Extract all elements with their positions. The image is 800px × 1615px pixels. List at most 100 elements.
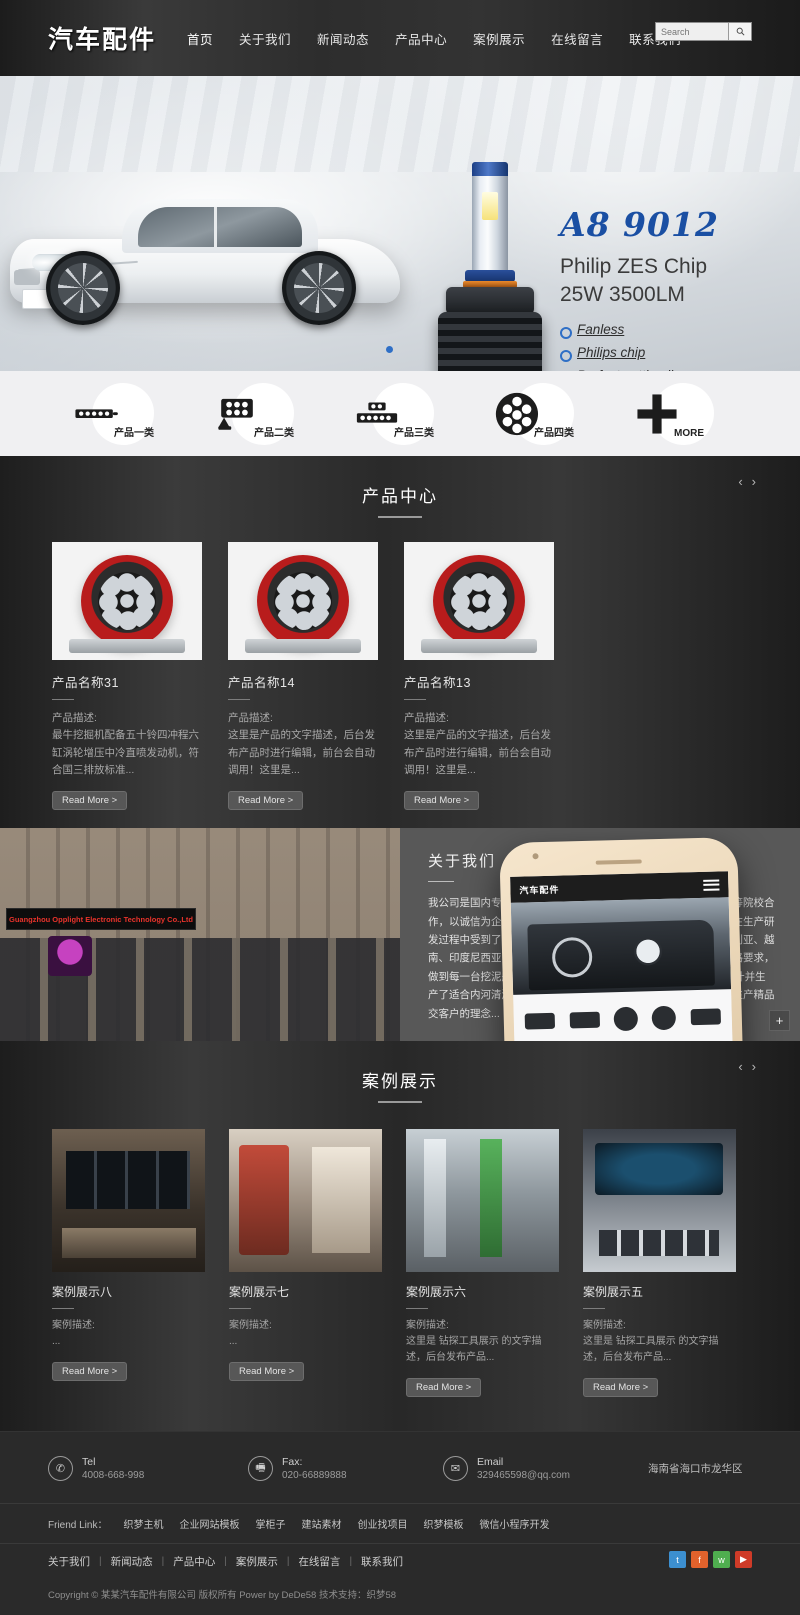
nav-separator: | xyxy=(99,1556,102,1568)
footer-nav-news[interactable]: 新闻动态 xyxy=(111,1554,153,1569)
main-nav: 首页 关于我们 新闻动态 产品中心 案例展示 在线留言 联系我们 xyxy=(174,23,694,54)
friend-link[interactable]: 掌柜子 xyxy=(255,1516,285,1531)
search-input[interactable] xyxy=(656,23,728,40)
friend-links-title: Friend Link： xyxy=(48,1520,108,1532)
case-card[interactable]: 案例展示八 案例描述: ... Read More > xyxy=(52,1129,205,1397)
case-read-more-button[interactable]: Read More > xyxy=(583,1378,659,1398)
case-thumbnail[interactable] xyxy=(52,1129,205,1273)
footer-contact-bar: ✆ Tel 4008-668-998 🖷 Fax: 020-66889888 ✉… xyxy=(0,1431,800,1504)
friend-link[interactable]: 建站素材 xyxy=(301,1516,341,1531)
product-read-more-button[interactable]: Read More > xyxy=(52,791,128,811)
product-thumbnail[interactable] xyxy=(404,542,554,660)
case-card[interactable]: 案例展示六 案例描述: 这里是 钻探工具展示 的文字描述，后台发布产品... R… xyxy=(406,1129,559,1398)
friend-link[interactable]: 织梦模板 xyxy=(423,1516,463,1531)
banner-subtitle-1: Philip ZES Chip xyxy=(560,255,708,278)
product-card[interactable]: 产品名称13 产品描述: 这里是产品的文字描述，后台发布产品时进行编辑，前台会自… xyxy=(404,542,554,811)
product-thumbnail[interactable] xyxy=(52,542,202,660)
hamburger-icon[interactable] xyxy=(703,877,720,893)
category-item-2[interactable]: 产品二类 xyxy=(214,381,306,447)
case-thumbnail[interactable] xyxy=(406,1129,559,1273)
youtube-icon[interactable]: ▶ xyxy=(735,1551,752,1569)
case-name[interactable]: 案例展示七 xyxy=(229,1283,382,1300)
friend-link[interactable]: 创业找项目 xyxy=(357,1516,407,1531)
cases-prev-arrow[interactable]: ‹ xyxy=(738,1059,742,1074)
category-label: 产品三类 xyxy=(394,427,434,439)
friend-link[interactable]: 织梦主机 xyxy=(123,1516,163,1531)
category-label: MORE xyxy=(674,427,704,439)
phone-speaker xyxy=(595,859,642,865)
product-read-more-button[interactable]: Read More > xyxy=(228,791,304,811)
banner-feature-item[interactable]: Perfect cutting line xyxy=(560,368,719,371)
product-read-more-button[interactable]: Read More > xyxy=(404,791,480,811)
contact-fax-value[interactable]: 020-66889888 xyxy=(282,1470,347,1481)
product-desc: 这里是产品的文字描述，后台发布产品时进行编辑，前台会自动调用！这里是... xyxy=(404,729,551,776)
site-logo[interactable]: 汽车配件 xyxy=(48,20,156,56)
contact-tel: ✆ Tel 4008-668-998 xyxy=(48,1456,248,1482)
nav-item-about[interactable]: 关于我们 xyxy=(226,23,304,54)
product-card[interactable]: 产品名称31 产品描述: 最牛挖掘机配备五十铃四冲程六缸涡轮增压中冷直喷发动机，… xyxy=(52,542,202,811)
case-read-more-button[interactable]: Read More > xyxy=(406,1378,482,1398)
cases-next-arrow[interactable]: › xyxy=(752,1059,756,1074)
case-card[interactable]: 案例展示五 案例描述: 这里是 钻探工具展示 的文字描述，后台发布产品... R… xyxy=(583,1129,736,1398)
case-desc: 这里是 钻探工具展示 的文字描述，后台发布产品... xyxy=(406,1336,542,1364)
nav-item-news[interactable]: 新闻动态 xyxy=(304,23,382,54)
cases-section-title: 案例展示 xyxy=(362,1072,438,1092)
products-prev-arrow[interactable]: ‹ xyxy=(738,474,742,489)
case-name[interactable]: 案例展示八 xyxy=(52,1283,205,1300)
footer-nav-contact[interactable]: 联系我们 xyxy=(361,1554,403,1569)
phone-logo: 汽车配件 xyxy=(519,884,560,896)
card-rule xyxy=(583,1308,605,1310)
product-name[interactable]: 产品名称13 xyxy=(404,672,554,691)
banner-feature-item[interactable]: Philips chip xyxy=(560,345,719,363)
products-next-arrow[interactable]: › xyxy=(752,474,756,489)
facebook-icon[interactable]: f xyxy=(691,1551,708,1569)
product-thumbnail[interactable] xyxy=(228,542,378,660)
contact-tel-value[interactable]: 4008-668-998 xyxy=(82,1470,144,1481)
banner-feature-item[interactable]: Fanless xyxy=(560,322,719,340)
about-section: Guangzhou Opplight Electronic Technology… xyxy=(0,828,800,1042)
friend-link[interactable]: 微信小程序开发 xyxy=(479,1516,549,1531)
case-card[interactable]: 案例展示七 案例描述: ... Read More > xyxy=(229,1129,382,1397)
category-item-4[interactable]: 产品四类 xyxy=(494,381,586,447)
nav-item-products[interactable]: 产品中心 xyxy=(382,23,460,54)
about-expand-button[interactable]: + xyxy=(769,1010,790,1032)
banner-subtitle-2: 25W 3500LM xyxy=(560,282,685,306)
product-card[interactable]: 产品名称14 产品描述: 这里是产品的文字描述，后台发布产品时进行编辑，前台会自… xyxy=(228,542,378,811)
footer-nav-cases[interactable]: 案例展示 xyxy=(236,1554,278,1569)
nav-item-home[interactable]: 首页 xyxy=(174,23,226,54)
footer-nav-products[interactable]: 产品中心 xyxy=(173,1554,215,1569)
contact-tel-label: Tel xyxy=(82,1456,96,1469)
nav-separator: | xyxy=(349,1556,353,1568)
product-desc-label: 产品描述: xyxy=(228,712,273,724)
case-read-more-button[interactable]: Read More > xyxy=(229,1362,305,1382)
footer-nav-about[interactable]: 关于我们 xyxy=(48,1554,90,1569)
case-name[interactable]: 案例展示六 xyxy=(406,1283,559,1300)
case-read-more-button[interactable]: Read More > xyxy=(52,1362,128,1382)
category-item-3[interactable]: 产品三类 xyxy=(354,381,446,447)
banner-pagination-dots[interactable] xyxy=(386,346,393,353)
search-button[interactable] xyxy=(728,23,751,40)
category-item-1[interactable]: 产品一类 xyxy=(74,381,166,447)
nav-item-message[interactable]: 在线留言 xyxy=(538,23,616,54)
nav-separator: | xyxy=(286,1556,290,1568)
category-label: 产品一类 xyxy=(114,427,154,439)
cases-carousel-arrows: ‹ › xyxy=(738,1059,756,1074)
nav-item-cases[interactable]: 案例展示 xyxy=(460,23,538,54)
footer-nav-message[interactable]: 在线留言 xyxy=(298,1554,340,1569)
case-thumbnail[interactable] xyxy=(229,1129,382,1273)
category-shortcuts: 产品一类 产品二类 产品三类 产品四类 MORE xyxy=(0,371,800,456)
product-name[interactable]: 产品名称14 xyxy=(228,672,378,691)
friend-link[interactable]: 企业网站模板 xyxy=(179,1516,239,1531)
case-desc: 这里是 钻探工具展示 的文字描述，后台发布产品... xyxy=(583,1336,719,1364)
product-name[interactable]: 产品名称31 xyxy=(52,672,202,691)
twitter-icon[interactable]: t xyxy=(669,1551,686,1569)
hero-banner[interactable]: A8 9012 Philip ZES Chip 25W 3500LM Fanle… xyxy=(0,76,800,371)
card-rule xyxy=(229,1308,251,1310)
case-thumbnail[interactable] xyxy=(583,1129,736,1273)
contact-email-value[interactable]: 329465598@qq.com xyxy=(477,1470,570,1481)
wechat-icon[interactable]: w xyxy=(713,1551,730,1569)
social-links: t f w ▶ xyxy=(669,1551,752,1569)
category-item-more[interactable]: MORE xyxy=(634,381,726,447)
about-rule xyxy=(428,881,454,883)
case-name[interactable]: 案例展示五 xyxy=(583,1283,736,1300)
